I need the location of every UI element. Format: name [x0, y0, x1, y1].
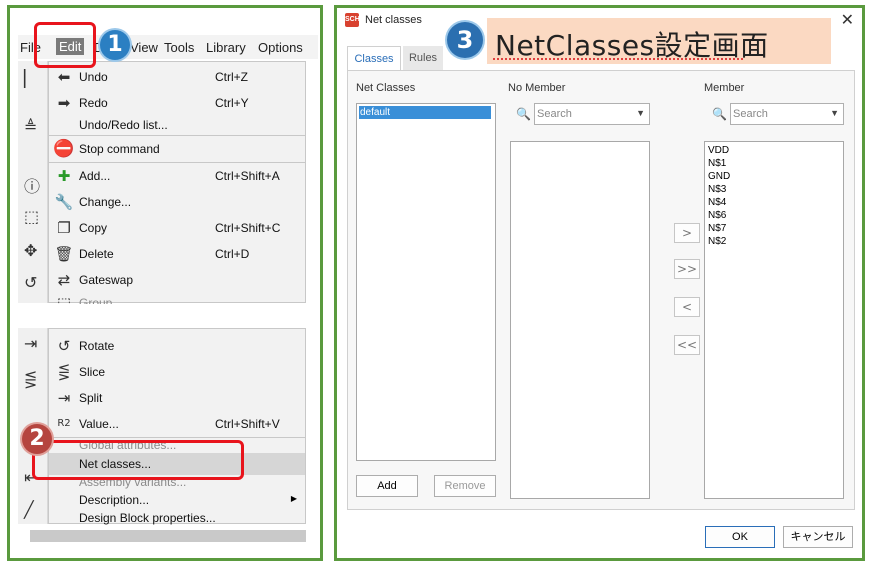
stop-icon: ⛔ [53, 139, 75, 159]
list-item[interactable]: N$1 [707, 157, 726, 170]
edit-menu-highlight-box [34, 22, 96, 68]
remove-button[interactable]: Remove [434, 475, 496, 497]
add-icon: ✚ [57, 167, 71, 185]
wrench-icon: 🔧 [54, 193, 74, 211]
rotate-tool-icon[interactable]: ↺ [24, 273, 37, 292]
menu-tools[interactable]: Tools [164, 40, 194, 55]
dropdown-arrow-icon[interactable]: ▼ [830, 108, 839, 118]
no-member-search-input[interactable]: Search ▼ [534, 103, 650, 125]
redo-arrow-icon: ➡ [57, 94, 71, 112]
move-all-right-button[interactable]: >> [674, 259, 700, 279]
step-2-badge: 2 [22, 424, 52, 454]
dialog-title: Net classes [365, 14, 422, 26]
list-item[interactable]: VDD [707, 144, 729, 157]
menu-item-group[interactable]: ⬚ Group [49, 290, 305, 304]
move-icon[interactable]: ✥ [24, 241, 37, 260]
undo-arrow-icon: ⬅ [57, 68, 71, 86]
menu-item-split[interactable]: ⇥ Split [49, 385, 305, 411]
menu-library[interactable]: Library [206, 40, 246, 55]
line-tool-icon[interactable]: ╱ [24, 500, 34, 519]
mirror-tool-icon[interactable]: ⇥ [24, 334, 37, 353]
menu-item-design-block-properties[interactable]: Design Block properties... [49, 509, 305, 527]
menu-item-rotate[interactable]: ↺ Rotate [49, 333, 305, 359]
edit-menu-top: ⬅ Undo Ctrl+Z ➡ Redo Ctrl+Y Undo/Redo li… [48, 61, 306, 304]
menu-item-stop-command[interactable]: ⛔ Stop command [49, 136, 305, 162]
value-icon: R2 [57, 418, 71, 429]
step-3-badge: 3 [447, 22, 483, 58]
move-left-button[interactable]: < [674, 297, 700, 317]
menu-view[interactable]: View [130, 40, 158, 55]
slice-icon: ⋚ [57, 363, 71, 381]
tab-classes[interactable]: Classes [347, 46, 401, 70]
dropdown-arrow-icon[interactable]: ▼ [636, 108, 645, 118]
list-item[interactable]: default [359, 106, 491, 119]
app-icon: SCH [345, 13, 360, 27]
list-item[interactable]: N$7 [707, 222, 726, 235]
move-all-left-button[interactable]: << [674, 335, 700, 355]
menu-options[interactable]: Options [258, 40, 303, 55]
net-classes-dialog-panel: SCH Net classes ✕ NetClasses設定画面 3 Class… [334, 5, 865, 561]
menu-item-delete[interactable]: 🗑 Delete Ctrl+D [49, 241, 305, 267]
callout-label: NetClasses設定画面 [487, 18, 831, 64]
list-item[interactable]: N$6 [707, 209, 726, 222]
spellcheck-underline [493, 58, 743, 60]
no-member-list[interactable] [510, 141, 650, 499]
tab-rules[interactable]: Rules [403, 46, 443, 70]
net-classes-label: Net Classes [356, 82, 416, 94]
search-icon: 🔍 [516, 107, 531, 121]
horizontal-scrollbar[interactable] [30, 530, 306, 542]
submenu-arrow-icon: ▶ [290, 494, 297, 503]
step-1-badge: 1 [100, 30, 130, 60]
side-toolbar-top: ▏ ≜ ⓘ ⬚ ✥ ↺ [18, 61, 48, 303]
rotate-icon: ↺ [57, 337, 71, 355]
list-item[interactable]: N$4 [707, 196, 726, 209]
list-item[interactable]: GND [707, 170, 730, 183]
menu-item-description[interactable]: Description... ▶ [49, 489, 305, 509]
close-icon[interactable]: ✕ [841, 10, 854, 29]
ok-button[interactable]: OK [705, 526, 775, 548]
member-search-input[interactable]: Search ▼ [730, 103, 844, 125]
no-member-label: No Member [508, 82, 566, 94]
move-right-button[interactable]: > [674, 223, 700, 243]
group-icon: ⬚ [56, 294, 72, 304]
copy-icon: ❐ [57, 219, 71, 237]
dialog-body: Net Classes No Member Member default Sea… [347, 70, 855, 510]
gateswap-icon: ⇄ [57, 271, 71, 289]
menu-item-copy[interactable]: ❐ Copy Ctrl+Shift+C [49, 215, 305, 241]
edit-menu-bottom: ↺ Rotate ⋚ Slice ⇥ Split R2 Value... Ctr… [48, 328, 306, 527]
net-classes-highlight-box [32, 440, 244, 480]
split-icon: ⇥ [57, 389, 71, 407]
menu-item-add[interactable]: ✚ Add... Ctrl+Shift+A [49, 163, 305, 189]
member-label: Member [704, 82, 745, 94]
list-item[interactable]: N$2 [707, 235, 726, 248]
info-icon[interactable]: ⓘ [24, 173, 40, 197]
search-icon: 🔍 [712, 107, 727, 121]
menu-item-change[interactable]: 🔧 Change... [49, 189, 305, 215]
menu-screenshot-panel: File Edit Draw View Tools Library Option… [7, 5, 323, 561]
toolbar-divider-icon[interactable]: ▏ [24, 69, 36, 88]
select-icon[interactable]: ⬚ [24, 207, 39, 226]
net-classes-list[interactable]: default [356, 103, 496, 461]
layer-icon[interactable]: ≜ [24, 117, 37, 136]
add-button[interactable]: Add [356, 475, 418, 497]
menu-item-value[interactable]: R2 Value... Ctrl+Shift+V [49, 411, 305, 437]
member-list[interactable]: VDD N$1 GND N$3 N$4 N$6 N$7 N$2 [704, 141, 844, 499]
list-item[interactable]: N$3 [707, 183, 726, 196]
trash-icon: 🗑 [54, 245, 74, 263]
slice-tool-icon[interactable]: ⋚ [24, 370, 37, 389]
menu-item-slice[interactable]: ⋚ Slice [49, 359, 305, 385]
cancel-button[interactable]: キャンセル [783, 526, 853, 548]
